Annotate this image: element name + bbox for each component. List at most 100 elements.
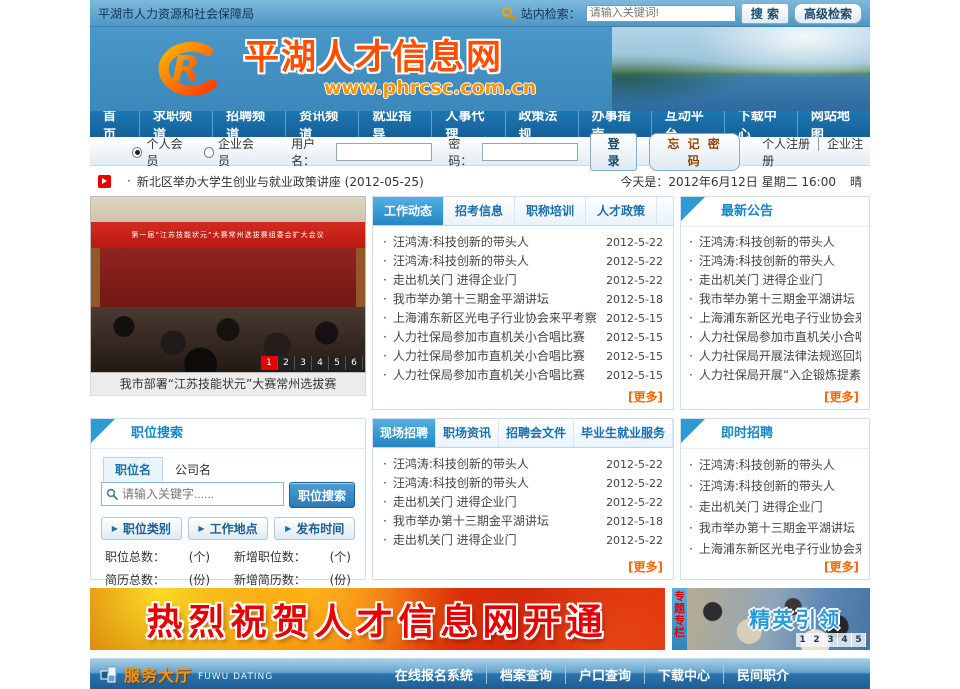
announcement-title[interactable]: 汪鸿涛:科技创新的带头人 bbox=[699, 233, 835, 252]
tab[interactable]: 人才政策 bbox=[586, 197, 657, 225]
tab[interactable]: 职称培训 bbox=[515, 197, 586, 225]
more-link[interactable]: [更多] bbox=[628, 390, 663, 404]
news-item[interactable]: · 人力社保局参加市直机关小合唱比赛 2012-5-15 bbox=[383, 347, 663, 366]
forgot-password-button[interactable]: 忘 记 密 码 bbox=[649, 133, 740, 171]
personal-register-link[interactable]: 个人注册 bbox=[762, 137, 819, 151]
tab[interactable]: 招聘会文件 bbox=[499, 419, 574, 447]
news-item[interactable]: · 汪鸿涛:科技创新的带头人 2012-5-22 bbox=[383, 252, 663, 271]
slideshow-page-button[interactable]: 5 bbox=[329, 356, 346, 370]
news-title[interactable]: 汪鸿涛:科技创新的带头人 bbox=[393, 474, 598, 493]
news-title[interactable]: 上海浦东新区光电子行业协会来平考察 bbox=[393, 309, 598, 327]
advanced-search-button[interactable]: 高级检索 bbox=[794, 3, 862, 24]
news-item[interactable]: · 汪鸿涛:科技创新的带头人 2012-5-22 bbox=[383, 474, 663, 493]
news-item[interactable]: · 我市举办第十三期金平湖讲坛 2012-5-18 bbox=[383, 290, 663, 309]
member-type-option[interactable]: 个人会员 bbox=[132, 135, 192, 169]
slideshow-page-button[interactable]: 1 bbox=[261, 356, 278, 370]
announcement-title[interactable]: 人力社保局开展法律法规巡回培训 bbox=[699, 347, 861, 366]
news-title[interactable]: 汪鸿涛:科技创新的带头人 bbox=[393, 455, 598, 474]
nav-item[interactable]: 人事代理 bbox=[432, 111, 505, 137]
slideshow-page-button[interactable]: 3 bbox=[295, 356, 312, 370]
announcement-item[interactable]: · 人力社保局参加市直机关小合唱比赛 bbox=[689, 328, 861, 347]
news-item[interactable]: · 走出机关门 进得企业门 2012-5-22 bbox=[383, 531, 663, 550]
news-item[interactable]: · 上海浦东新区光电子行业协会来平考察 2012-5-15 bbox=[383, 309, 663, 328]
announcement-item[interactable]: · 人力社保局开展法律法规巡回培训 bbox=[689, 347, 861, 366]
job-search-button[interactable]: 职位搜索 bbox=[289, 482, 355, 508]
news-item[interactable]: · 人力社保局参加市直机关小合唱比赛 2012-5-15 bbox=[383, 328, 663, 347]
filter-button[interactable]: ▶发布时间 bbox=[274, 517, 355, 540]
instant-job-title[interactable]: 上海浦东新区光电子行业协会来平考 bbox=[699, 539, 861, 555]
job-search-tab[interactable]: 职位名 bbox=[103, 457, 163, 482]
announcement-title[interactable]: 人力社保局参加市直机关小合唱比赛 bbox=[699, 328, 861, 347]
more-link[interactable]: [更多] bbox=[824, 560, 859, 574]
slideshow-page-button[interactable]: 2 bbox=[278, 356, 295, 370]
footer-link[interactable]: 户口查询 bbox=[566, 665, 645, 684]
special-column-page-button[interactable]: 1 bbox=[796, 633, 810, 647]
photo-slideshow[interactable]: 第一届“江苏技能状元”大赛常州选拔赛组委会扩大会议 123456 bbox=[90, 196, 366, 373]
login-button[interactable]: 登 录 bbox=[590, 133, 637, 171]
news-title[interactable]: 人力社保局参加市直机关小合唱比赛 bbox=[393, 347, 598, 365]
tab[interactable]: 工作动态 bbox=[373, 197, 444, 225]
tab[interactable]: 现场招聘 bbox=[373, 419, 436, 447]
filter-button[interactable]: ▶工作地点 bbox=[188, 517, 269, 540]
special-column-page-button[interactable]: 3 bbox=[824, 633, 838, 647]
news-title[interactable]: 我市举办第十三期金平湖讲坛 bbox=[393, 512, 598, 531]
announcement-item[interactable]: · 上海浦东新区光电子行业协会来平考 bbox=[689, 309, 861, 328]
instant-job-item[interactable]: · 走出机关门 进得企业门 bbox=[689, 497, 861, 518]
job-search-tab[interactable]: 公司名 bbox=[163, 457, 223, 482]
announcement-item[interactable]: · 人力社保局开展“入企锻炼提素质” bbox=[689, 366, 861, 385]
ticker-link[interactable]: 新北区举办大学生创业与就业政策讲座 (2012-05-25) bbox=[137, 173, 424, 190]
news-title[interactable]: 汪鸿涛:科技创新的带头人 bbox=[393, 233, 598, 251]
announcement-title[interactable]: 汪鸿涛:科技创新的带头人 bbox=[699, 252, 835, 271]
nav-item[interactable]: 首页 bbox=[90, 111, 140, 137]
instant-job-item[interactable]: · 我市举办第十三期金平湖讲坛 bbox=[689, 518, 861, 539]
instant-job-item[interactable]: · 汪鸿涛:科技创新的带头人 bbox=[689, 455, 861, 476]
filter-button[interactable]: ▶职位类别 bbox=[101, 517, 182, 540]
special-column-photo[interactable]: 精英引领 12345 bbox=[687, 588, 870, 650]
announcement-title[interactable]: 我市举办第十三期金平湖讲坛 bbox=[699, 290, 855, 309]
tab[interactable]: 毕业生就业服务 bbox=[574, 419, 673, 447]
news-item[interactable]: · 汪鸿涛:科技创新的带头人 2012-5-22 bbox=[383, 455, 663, 474]
announcement-item[interactable]: · 我市举办第十三期金平湖讲坛 bbox=[689, 290, 861, 309]
nav-item[interactable]: 网站地图 bbox=[798, 111, 870, 137]
site-search-button[interactable]: 搜 索 bbox=[741, 3, 789, 24]
news-title[interactable]: 我市举办第十三期金平湖讲坛 bbox=[393, 290, 598, 308]
radio-icon[interactable] bbox=[132, 147, 142, 158]
news-title[interactable]: 人力社保局参加市直机关小合唱比赛 bbox=[393, 328, 598, 346]
footer-link[interactable]: 下载中心 bbox=[645, 665, 724, 684]
news-title[interactable]: 人力社保局参加市直机关小合唱比赛 bbox=[393, 366, 598, 384]
instant-job-title[interactable]: 汪鸿涛:科技创新的带头人 bbox=[699, 455, 835, 476]
site-logo[interactable]: R bbox=[146, 39, 226, 99]
nav-item[interactable]: 求职频道 bbox=[140, 111, 213, 137]
instant-job-item[interactable]: · 上海浦东新区光电子行业协会来平考 bbox=[689, 539, 861, 555]
slideshow-caption[interactable]: 我市部署“江苏技能状元”大赛常州选拔赛 bbox=[90, 373, 366, 396]
news-item[interactable]: · 我市举办第十三期金平湖讲坛 2012-5-18 bbox=[383, 512, 663, 531]
footer-link[interactable]: 民间职介 bbox=[724, 665, 802, 684]
footer-link[interactable]: 在线报名系统 bbox=[382, 665, 487, 684]
news-title[interactable]: 走出机关门 进得企业门 bbox=[393, 531, 598, 550]
special-column-page-button[interactable]: 5 bbox=[852, 633, 866, 647]
news-item[interactable]: · 汪鸿涛:科技创新的带头人 2012-5-22 bbox=[383, 233, 663, 252]
special-column-page-button[interactable]: 4 bbox=[838, 633, 852, 647]
news-title[interactable]: 汪鸿涛:科技创新的带头人 bbox=[393, 252, 598, 270]
announcement-item[interactable]: · 汪鸿涛:科技创新的带头人 bbox=[689, 233, 861, 252]
announcement-item[interactable]: · 走出机关门 进得企业门 bbox=[689, 271, 861, 290]
special-column-banner[interactable]: 专题专栏 精英引领 12345 bbox=[672, 588, 870, 650]
announcement-title[interactable]: 人力社保局开展“入企锻炼提素质” bbox=[699, 366, 861, 385]
instant-job-item[interactable]: · 汪鸿涛:科技创新的带头人 bbox=[689, 476, 861, 497]
news-title[interactable]: 走出机关门 进得企业门 bbox=[393, 493, 598, 512]
member-type-option[interactable]: 企业会员 bbox=[204, 135, 264, 169]
footer-link[interactable]: 档案查询 bbox=[487, 665, 566, 684]
nav-item[interactable]: 就业指导 bbox=[359, 111, 432, 137]
announcement-item[interactable]: · 汪鸿涛:科技创新的带头人 bbox=[689, 252, 861, 271]
celebration-banner[interactable]: 热烈祝贺人才信息网开通 bbox=[90, 588, 665, 650]
username-input[interactable] bbox=[336, 143, 432, 161]
announcement-title[interactable]: 上海浦东新区光电子行业协会来平考 bbox=[699, 309, 861, 328]
news-item[interactable]: · 人力社保局参加市直机关小合唱比赛 2012-5-15 bbox=[383, 366, 663, 385]
instant-job-title[interactable]: 我市举办第十三期金平湖讲坛 bbox=[699, 518, 855, 539]
more-link[interactable]: [更多] bbox=[628, 560, 663, 574]
news-title[interactable]: 走出机关门 进得企业门 bbox=[393, 271, 598, 289]
nav-item[interactable]: 资讯频道 bbox=[286, 111, 359, 137]
password-input[interactable] bbox=[482, 143, 578, 161]
announcement-title[interactable]: 走出机关门 进得企业门 bbox=[699, 271, 823, 290]
site-search-input[interactable] bbox=[586, 5, 736, 22]
